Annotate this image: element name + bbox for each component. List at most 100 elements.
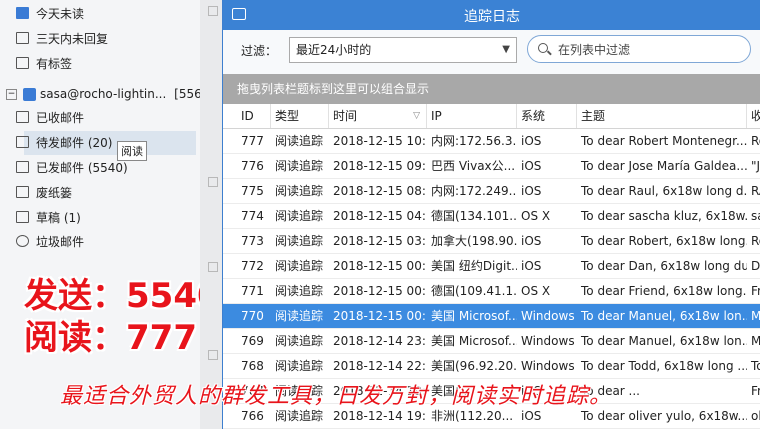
- column-header-id[interactable]: ID: [237, 104, 271, 128]
- note-icon: [208, 350, 218, 360]
- cell-recipient: M: [751, 334, 760, 348]
- cell-os: Windows: [521, 359, 575, 373]
- cell-time: 2018-12-15 04:...: [333, 209, 427, 223]
- cell-ip: 巴西 Vivax公...: [431, 159, 516, 173]
- cell-os: iOS: [521, 134, 542, 148]
- cell-id: 768: [241, 359, 264, 373]
- cell-subject: To dear Robert Montenegr...: [581, 134, 747, 148]
- sidebar-item-unread-today[interactable]: 今天未读: [16, 3, 85, 25]
- table-row[interactable]: 771 阅读追踪 2018-12-15 00:... 德国(109.41.1... OS…: [223, 279, 760, 304]
- cell-type: 阅读追踪: [275, 259, 324, 273]
- cell-os: Windows: [521, 334, 575, 348]
- cell-subject: To dear Manuel, 6x18w lon...: [581, 334, 747, 348]
- sidebar-item-label: 三天内未回复: [36, 32, 109, 46]
- title-bar[interactable]: 追踪日志: [223, 0, 760, 30]
- search-input[interactable]: [556, 39, 740, 61]
- note-icon: [208, 6, 218, 16]
- trash-icon: [16, 186, 29, 198]
- cell-type: 阅读追踪: [275, 209, 324, 223]
- cell-time: 2018-12-14 23:...: [333, 334, 427, 348]
- cell-id: 774: [241, 209, 264, 223]
- cell-subject: To dear Friend, 6x18w long...: [581, 284, 747, 298]
- cell-type: 阅读追踪: [275, 159, 324, 173]
- cell-time: 2018-12-15 00:...: [333, 259, 427, 273]
- cell-os: iOS: [521, 259, 542, 273]
- cell-time: 2018-12-14 22:...: [333, 359, 427, 373]
- column-header-time[interactable]: 时间 ▽: [329, 104, 427, 128]
- cell-subject: To dear Dan, 6x18w long du...: [581, 259, 747, 273]
- time-range-value: 最近24小时的: [296, 43, 372, 57]
- search-box[interactable]: [527, 35, 751, 63]
- column-header-ip[interactable]: IP: [427, 104, 517, 128]
- cell-ip: 美国(96.92.20...: [431, 359, 517, 373]
- column-header-os[interactable]: 系统: [517, 104, 577, 128]
- table-row[interactable]: 768 阅读追踪 2018-12-14 22:... 美国(96.92.20... Wi…: [223, 354, 760, 379]
- user-icon: [23, 88, 36, 101]
- cell-recipient: Fri: [751, 284, 760, 298]
- sidebar-item-unreplied[interactable]: 三天内未回复: [16, 28, 109, 50]
- time-range-select[interactable]: 最近24小时的 ▼: [289, 37, 517, 63]
- cell-type: 阅读追踪: [275, 184, 324, 198]
- cell-os: iOS: [521, 234, 542, 248]
- cell-ip: 内网:172.249....: [431, 184, 517, 198]
- sidebar-item-label: 今天未读: [36, 7, 85, 21]
- table-row[interactable]: 772 阅读追踪 2018-12-15 00:... 美国 纽约Digit... iOS…: [223, 254, 760, 279]
- sidebar-item-trash[interactable]: 废纸篓: [16, 182, 73, 204]
- table-row[interactable]: 775 阅读追踪 2018-12-15 08:... 内网:172.249.... iO…: [223, 179, 760, 204]
- cell-subject: To dear Raul, 6x18w long d...: [581, 184, 747, 198]
- group-by-drop-area[interactable]: 拖曳列表栏题标到这里可以组合显示: [223, 74, 760, 104]
- cell-recipient: To: [751, 359, 760, 373]
- sidebar-item-label: 废纸篓: [36, 186, 73, 200]
- cell-time: 2018-12-15 03:...: [333, 234, 427, 248]
- filter-bar: 过滤： 最近24小时的 ▼: [223, 30, 760, 74]
- table-row[interactable]: 769 阅读追踪 2018-12-14 23:... 美国 Microsof... Wi…: [223, 329, 760, 354]
- draft-icon: [16, 211, 29, 223]
- table-row[interactable]: 770 阅读追踪 2018-12-15 00:... 美国 Microsof... Wi…: [223, 304, 760, 329]
- tag-icon: [16, 57, 29, 69]
- cell-time: 2018-12-15 10:...: [333, 134, 427, 148]
- sidebar-item-sent[interactable]: 已发邮件 (5540): [16, 157, 128, 179]
- search-icon: [538, 43, 548, 53]
- table-row[interactable]: 774 阅读追踪 2018-12-15 04:... 德国(134.101.... OS…: [223, 204, 760, 229]
- cell-os: OS X: [521, 209, 551, 223]
- mail-icon: [16, 7, 29, 19]
- cell-ip: 德国(109.41.1...: [431, 284, 517, 298]
- sidebar-item-inbox[interactable]: 已收邮件: [16, 107, 85, 129]
- collapse-icon[interactable]: −: [6, 89, 17, 100]
- tracking-log-window: 追踪日志 过滤： 最近24小时的 ▼ 拖曳列表栏题标到这里可以组合显示 ID 类…: [222, 0, 760, 429]
- cell-subject: To dear Manuel, 6x18w lon...: [581, 309, 747, 323]
- table-header: ID 类型 时间 ▽ IP 系统 主题 收: [223, 104, 760, 129]
- outbox-icon: [16, 136, 29, 148]
- calendar-icon: [16, 32, 29, 44]
- cell-subject: To dear Jose María Galdea...: [581, 159, 747, 173]
- filter-label: 过滤：: [241, 44, 278, 58]
- sidebar-item-spam[interactable]: 垃圾邮件: [16, 231, 84, 253]
- table-row[interactable]: 773 阅读追踪 2018-12-15 03:... 加拿大(198.90.... iO…: [223, 229, 760, 254]
- cell-ip: 美国 纽约Digit...: [431, 259, 517, 273]
- table-row[interactable]: 777 阅读追踪 2018-12-15 10:... 内网:172.56.3... iO…: [223, 129, 760, 154]
- sidebar-item-label: 已收邮件: [36, 111, 85, 125]
- cell-subject: To dear Todd, 6x18w long ...: [581, 359, 747, 373]
- sidebar-item-outbox[interactable]: 待发邮件 (20): [16, 132, 113, 154]
- sidebar-item-label: 待发邮件 (20): [36, 136, 113, 150]
- cell-type: 阅读追踪: [275, 334, 324, 348]
- cell-type: 阅读追踪: [275, 134, 324, 148]
- cell-time: 2018-12-15 00:...: [333, 309, 427, 323]
- sidebar-item-tagged[interactable]: 有标签: [16, 53, 73, 75]
- cell-ip: 德国(134.101....: [431, 209, 517, 223]
- table-row[interactable]: 776 阅读追踪 2018-12-15 09:... 巴西 Vivax公... iOS T…: [223, 154, 760, 179]
- cell-type: 阅读追踪: [275, 359, 324, 373]
- account-row[interactable]: − sasa@rocho-lightin... [5563]: [6, 84, 214, 104]
- column-header-recipient[interactable]: 收: [747, 104, 760, 128]
- cell-subject: To dear Robert, 6x18w long...: [581, 234, 747, 248]
- sidebar-item-drafts[interactable]: 草稿 (1): [16, 207, 81, 229]
- column-header-subject[interactable]: 主题: [577, 104, 747, 128]
- cell-os: Windows: [521, 309, 575, 323]
- sidebar-item-label: 有标签: [36, 57, 73, 71]
- tooltip: 阅读: [117, 141, 147, 161]
- column-header-type[interactable]: 类型: [271, 104, 329, 128]
- mail-sidebar: 今天未读 三天内未回复 有标签 − sasa@rocho-lightin... […: [0, 0, 221, 429]
- cell-id: 771: [241, 284, 264, 298]
- preview-strip: [200, 0, 222, 429]
- note-icon: [208, 262, 218, 272]
